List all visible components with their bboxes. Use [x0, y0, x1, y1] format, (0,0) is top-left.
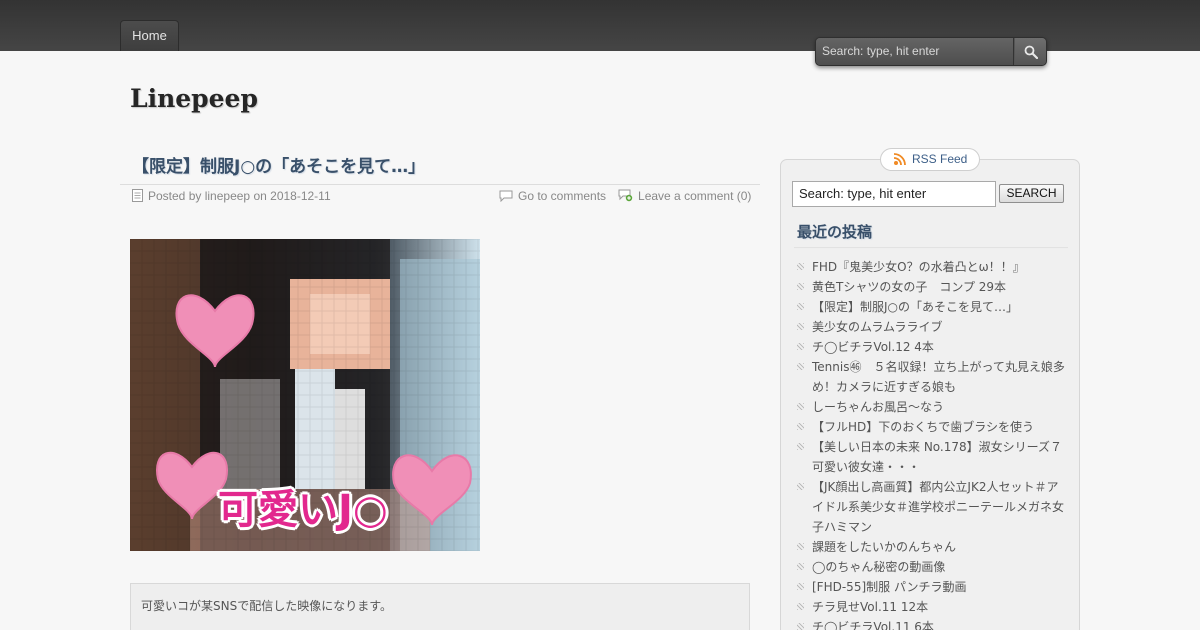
recent-post-link[interactable]: チ◯ビチラVol.12 4本 [796, 337, 1068, 357]
post-meta: Posted by linepeep on 2018-12-11 [132, 188, 331, 204]
recent-post-link[interactable]: 美少女のムラムラライブ [796, 317, 1068, 337]
recent-posts-list: FHD『鬼美少女O？の水着凸とω！！』 黄色Tシャツの女の子 コンプ 29本 【… [796, 257, 1074, 630]
sidebar-search-input[interactable]: Search: type, hit enter [792, 181, 996, 207]
rss-feed-link[interactable]: RSS Feed [880, 148, 980, 171]
rss-icon [893, 153, 906, 166]
recent-post-link[interactable]: FHD『鬼美少女O？の水着凸とω！！』 [796, 257, 1068, 277]
post-comment-links: Go to comments Leave a comment (0) [499, 188, 751, 204]
post-date: 2018-12-11 [270, 189, 331, 203]
top-search-button[interactable] [1015, 38, 1046, 65]
recent-post-link[interactable]: 【フルHD】下のおくちで歯ブラシを使う [796, 417, 1068, 437]
post-thumbnail[interactable]: 可愛いJ○ [130, 239, 480, 551]
add-comment-icon [618, 189, 633, 202]
post-title[interactable]: 【限定】制服J○の「あそこを見て…」 [132, 152, 425, 177]
go-to-comments-link[interactable]: Go to comments [518, 189, 606, 203]
recent-post-link[interactable]: 黄色Tシャツの女の子 コンプ 29本 [796, 277, 1068, 297]
recent-post-link[interactable]: Tennis㊻ ５名収録！立ち上がって丸見え娘多め！カメラに近すぎる娘も [796, 357, 1068, 397]
recent-post-link[interactable]: チ◯ビチラVol.11 6本 [796, 617, 1068, 630]
search-icon [1024, 45, 1038, 59]
recent-post-link[interactable]: ◯のちゃん秘密の動画像 [796, 557, 1068, 577]
post-excerpt: 可愛いコが某SNSで配信した映像になります。 [130, 583, 750, 630]
author-link[interactable]: linepeep [205, 189, 250, 203]
document-icon [132, 189, 143, 202]
on-label: on [253, 189, 267, 203]
top-search-input[interactable]: Search: type, hit enter [816, 38, 1014, 65]
divider [120, 184, 760, 185]
rss-feed-label: RSS Feed [912, 152, 968, 166]
recent-posts-title: 最近の投稿 [797, 223, 873, 241]
recent-post-link[interactable]: チラ見せVol.11 12本 [796, 597, 1068, 617]
recent-post-link[interactable]: [FHD-55]制服 パンチラ動画 [796, 577, 1068, 597]
sidebar-search-button[interactable]: SEARCH [999, 184, 1064, 203]
divider [794, 247, 1068, 249]
recent-post-link[interactable]: 【美しい日本の未来 No.178】淑女シリーズ７ 可愛い彼女達・・・ [796, 437, 1074, 477]
comment-bubble-icon [499, 190, 513, 202]
recent-post-link[interactable]: 【限定】制服J○の「あそこを見て…」 [796, 297, 1068, 317]
site-title[interactable]: Linepeep [130, 84, 258, 113]
recent-post-link[interactable]: 【JK顔出し高画質】都内公立JK2人セット＃アイドル系美少女＃進学校ポニーテール… [796, 477, 1068, 537]
recent-post-link[interactable]: しーちゃんお風呂～なう [796, 397, 1068, 417]
nav-home-tab[interactable]: Home [120, 20, 179, 51]
leave-comment-link[interactable]: Leave a comment (0) [638, 189, 751, 203]
posted-by-label: Posted by [148, 189, 202, 203]
top-search: Search: type, hit enter [815, 37, 1047, 66]
recent-post-link[interactable]: 課題をしたいかのんちゃん [796, 537, 1068, 557]
thumbnail-caption: 可愛いJ○ [218, 487, 388, 533]
